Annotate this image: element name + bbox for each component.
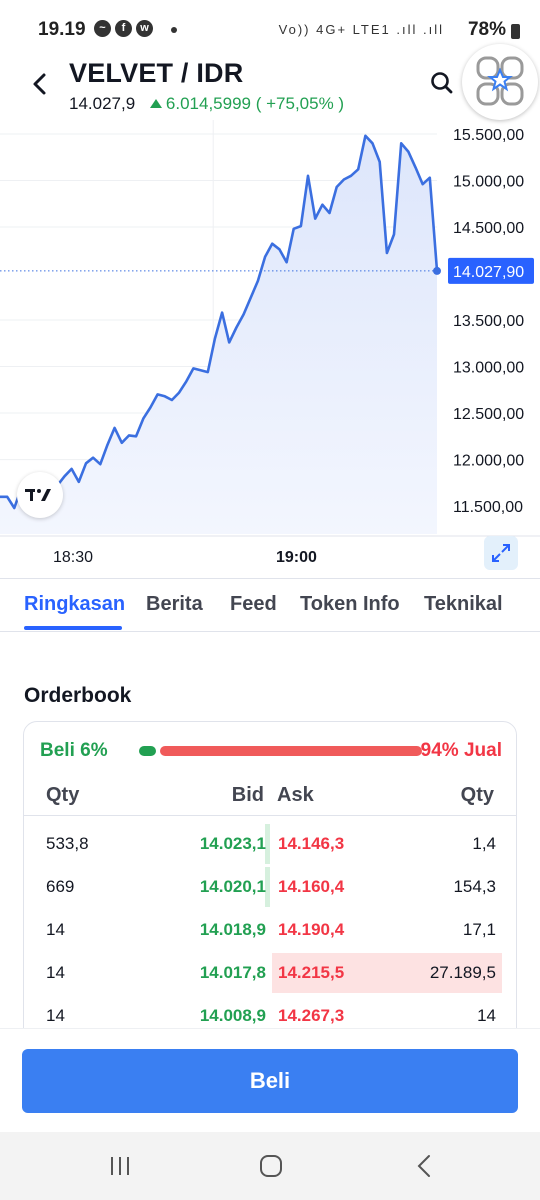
orderbook-divider [24,815,516,816]
ask-price: 14.190,4 [278,920,345,939]
bid-price: 14.008,9 [199,1006,266,1025]
expand-icon [492,544,510,562]
last-price: 14.027,9 [69,94,136,113]
detail-tabs: Ringkasan Berita Feed Token Info Teknika… [0,578,540,632]
y-tick-label: 14.500,00 [453,220,524,237]
messenger-icon: ~ [94,20,111,37]
bid-depth-bar [265,867,270,907]
y-tick-label: 11.500,00 [453,499,523,516]
tradingview-icon [25,489,51,501]
back-button[interactable] [26,64,56,104]
app-grid-star-icon [476,56,524,106]
whatsapp-icon: w [136,20,153,37]
ask-price: 14.215,5 [278,963,345,982]
ask-price: 14.146,3 [278,834,345,853]
bid-qty: 14 [46,963,65,982]
orderbook-row[interactable]: 669 14.020,1 14.160,4 154,3 [24,867,516,907]
current-price-marker [433,266,441,275]
y-tick-label: 13.000,00 [453,360,524,377]
sell-ratio-bar [159,746,422,756]
recent-apps-button[interactable] [100,1152,140,1180]
up-arrow-icon [149,99,162,108]
y-tick-label: 15.500,00 [453,127,524,144]
back-icon [417,1155,430,1177]
ask-price: 14.160,4 [278,877,345,896]
price-chart-svg[interactable]: 15.500,00 15.000,00 14.500,00 13.500,00 13.0… [0,120,540,578]
bid-qty: 669 [46,877,75,896]
status-bar: 19.19 ~ f w Vo)) 4G+ LTE1 .ıll .ıll 78% [0,0,540,44]
buy-button[interactable]: Beli [22,1049,518,1113]
ask-qty: 154,3 [453,877,496,896]
orderbook-row[interactable]: 14 14.017,8 14.215,5 27.189,5 [24,953,516,993]
x-tick-label: 19:00 [276,549,317,566]
price-change: 6.014,5999 ( +75,05% ) [149,94,345,113]
status-time: 19.19 [38,19,86,40]
ask-qty: 27.189,5 [429,963,496,982]
search-button[interactable] [429,70,455,96]
bid-price: 14.020,1 [199,877,266,896]
recent-apps-icon [111,1157,129,1175]
bid-qty: 14 [46,920,65,939]
buy-sell-ratio: Beli 6% 94% Jual [40,740,502,764]
system-nav-bar [0,1132,540,1200]
network-status: Vo)) 4G+ LTE1 .ıll .ıll [278,22,444,37]
ask-qty-header: Qty [460,784,494,806]
bid-price: 14.018,9 [199,920,266,939]
bid-header: Bid [231,784,264,806]
nav-back-button[interactable] [404,1152,444,1180]
floating-shortcut-button[interactable] [462,44,538,120]
bid-price: 14.023,1 [199,834,266,853]
tab-token-info[interactable]: Token Info [300,593,400,616]
battery-level: 78% [467,19,506,40]
chevron-left-icon [33,73,46,95]
price-change-value: 6.014,5999 ( +75,05% ) [165,94,345,113]
bid-qty: 14 [46,1006,65,1025]
orderbook-row[interactable]: 14 14.018,9 14.190,4 17,1 [24,910,516,950]
ask-price: 14.267,3 [278,1006,345,1025]
price-chart[interactable]: 15.500,00 15.000,00 14.500,00 13.500,00 13.0… [0,120,540,578]
orderbook-row[interactable]: 533,8 14.023,1 14.146,3 1,4 [24,824,516,864]
bid-price: 14.017,8 [199,963,266,982]
tab-teknikal[interactable]: Teknikal [424,593,503,616]
more-notifications-dot [171,27,177,33]
search-icon [431,72,453,94]
ask-qty: 17,1 [462,920,496,939]
ask-qty: 1,4 [472,834,496,853]
facebook-icon: f [115,20,132,37]
ask-qty: 14 [477,1006,496,1025]
tab-feed[interactable]: Feed [230,593,277,616]
market-header: VELVET / IDR 14.027,9 6.014,5999 ( +75,0… [0,44,540,120]
pair-title: VELVET / IDR [69,58,244,88]
current-price-label: 14.027,90 [453,264,524,281]
home-button[interactable] [251,1152,291,1180]
active-tab-indicator [24,626,122,630]
ask-header: Ask [277,784,314,806]
x-tick-label: 18:30 [53,549,93,566]
bid-qty-header: Qty [46,784,80,806]
orderbook-title: Orderbook [24,684,132,707]
buy-ratio-label: Beli 6% [40,740,108,761]
tab-ringkasan[interactable]: Ringkasan [24,593,125,616]
y-tick-label: 15.000,00 [453,173,524,190]
fullscreen-button[interactable] [484,536,518,570]
y-tick-label: 12.000,00 [453,453,524,470]
buy-ratio-bar [139,746,156,756]
orderbook-card: Beli 6% 94% Jual Qty Bid Ask Qty 533,8 1… [23,721,517,1051]
tradingview-logo[interactable] [17,472,63,518]
price-line: 14.027,9 6.014,5999 ( +75,05% ) [69,94,344,114]
home-icon [260,1155,282,1177]
notification-icons: ~ f w [94,20,153,37]
battery-icon [511,24,520,39]
y-tick-label: 13.500,00 [453,313,524,330]
y-tick-label: 12.500,00 [453,406,524,423]
bid-qty: 533,8 [46,834,89,853]
bid-depth-bar [265,824,270,864]
action-bar: Beli [0,1028,540,1132]
tab-berita[interactable]: Berita [146,593,203,616]
sell-ratio-label: 94% Jual [420,740,502,761]
